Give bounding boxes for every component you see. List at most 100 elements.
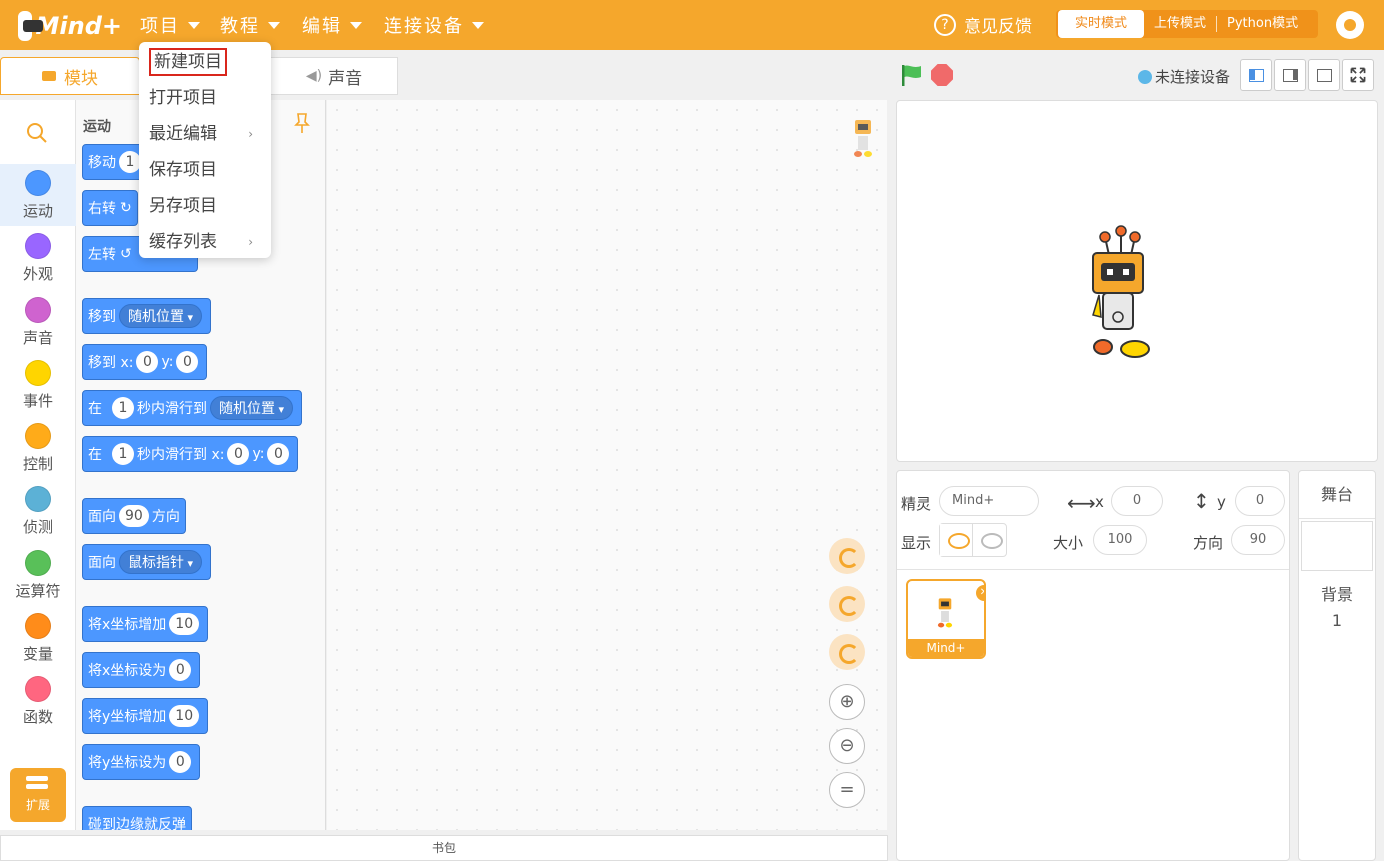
direction-input[interactable]: 90 xyxy=(1231,525,1285,555)
menu-edit[interactable]: 编辑 xyxy=(302,12,362,38)
layout-normal-stage-button[interactable] xyxy=(1274,59,1306,91)
block-text: 左转 xyxy=(88,247,116,263)
category-label: 函数 xyxy=(22,708,53,726)
block-dropdown[interactable]: 随机位置 xyxy=(119,304,203,328)
zoom-out-icon[interactable]: ⊖ xyxy=(829,728,865,764)
size-input[interactable]: 100 xyxy=(1093,525,1147,555)
caret-down-icon xyxy=(350,21,362,29)
category-sound[interactable]: 声音 xyxy=(0,291,76,353)
layout-hide-stage-button[interactable] xyxy=(1308,59,1340,91)
block-input[interactable]: 0 xyxy=(227,443,250,465)
show-label: 显示 xyxy=(901,534,932,552)
menu-item-recent[interactable]: 最近编辑 › xyxy=(139,116,271,152)
block-turn-right[interactable]: 右转 ↻ xyxy=(82,190,138,226)
undo-button[interactable] xyxy=(829,538,865,574)
block-text: 移动 xyxy=(88,155,116,171)
fullscreen-button[interactable] xyxy=(1342,59,1374,91)
menu-tutorial[interactable]: 教程 xyxy=(220,12,280,38)
category-label: 事件 xyxy=(22,392,53,410)
block-change-x[interactable]: 将x坐标增加 10 xyxy=(82,606,209,642)
stage-canvas[interactable] xyxy=(896,100,1378,462)
category-events[interactable]: 事件 xyxy=(0,354,76,416)
stage-selector-panel[interactable]: 舞台 背景 1 xyxy=(1298,470,1376,861)
x-input[interactable]: 0 xyxy=(1111,486,1163,516)
sprite-name-input[interactable]: Mind+ xyxy=(939,486,1039,516)
redo-button[interactable] xyxy=(829,586,865,622)
category-sensing[interactable]: 侦测 xyxy=(0,480,76,542)
sprite-card[interactable]: ✕ Mind+ xyxy=(906,579,986,659)
logo-text: Mind+ xyxy=(35,12,122,40)
category-looks[interactable]: 外观 xyxy=(0,227,76,289)
extensions-button[interactable]: 扩展 xyxy=(10,768,66,822)
category-control[interactable]: 控制 xyxy=(0,417,76,479)
script-workspace[interactable]: ⊕ ⊖ = xyxy=(327,100,887,830)
block-input[interactable]: 0 xyxy=(169,751,192,773)
category-functions[interactable]: 函数 xyxy=(0,670,76,732)
block-goto-xy[interactable]: 移到 x: 0 y: 0 xyxy=(82,344,208,380)
mode-upload[interactable]: 上传模式 xyxy=(1144,10,1216,38)
zoom-reset-icon[interactable]: = xyxy=(829,772,865,808)
eye-open-icon[interactable] xyxy=(940,524,974,556)
feedback-button[interactable]: ? 意见反馈 xyxy=(934,12,1032,37)
rotate-right-icon: ↻ xyxy=(120,200,132,216)
menu-project[interactable]: 项目 xyxy=(140,12,200,38)
mode-realtime[interactable]: 实时模式 xyxy=(1058,10,1144,38)
mindplus-logo[interactable]: Mind+ xyxy=(18,8,122,44)
block-input[interactable]: 1 xyxy=(112,397,134,419)
block-input[interactable]: 10 xyxy=(169,705,200,727)
block-input[interactable]: 0 xyxy=(176,351,199,373)
mode-python[interactable]: Python模式 xyxy=(1217,10,1308,38)
caret-down-icon xyxy=(472,21,484,29)
menu-item-cache-list[interactable]: 缓存列表 › xyxy=(139,224,271,260)
block-input[interactable]: 90 xyxy=(119,505,149,527)
zoom-in-icon[interactable]: ⊕ xyxy=(829,684,865,720)
category-sidebar: 运动 外观 声音 事件 控制 侦测 运算符 变量 函数 扩展 xyxy=(0,100,76,830)
block-text: 在 xyxy=(88,447,102,463)
block-set-x[interactable]: 将x坐标设为 0 xyxy=(82,652,201,688)
category-dot xyxy=(25,676,51,702)
block-change-y[interactable]: 将y坐标增加 10 xyxy=(82,698,209,734)
chevron-right-icon: › xyxy=(248,127,253,141)
tab-sound[interactable]: ◀) 声音 xyxy=(270,57,398,95)
block-input[interactable]: 1 xyxy=(119,151,141,173)
backpack-bar[interactable]: 书包 xyxy=(0,835,888,861)
tab-blocks-label: 模块 xyxy=(64,68,98,89)
y-input[interactable]: 0 xyxy=(1235,486,1285,516)
block-set-y[interactable]: 将y坐标设为 0 xyxy=(82,744,201,780)
delete-sprite-icon[interactable]: ✕ xyxy=(976,585,984,601)
block-glide-to[interactable]: 在 1 秒内滑行到 随机位置 xyxy=(82,390,303,426)
block-point-towards[interactable]: 面向 鼠标指针 xyxy=(82,544,212,580)
menu-item-save-project[interactable]: 保存项目 xyxy=(139,152,271,188)
block-input[interactable]: 1 xyxy=(112,443,134,465)
menu-item-open-project[interactable]: 打开项目 xyxy=(139,80,271,116)
menu-item-new-project[interactable]: 新建项目 xyxy=(139,44,271,80)
block-bounce[interactable]: 碰到边缘就反弹 xyxy=(82,806,192,830)
settings-gear-icon[interactable] xyxy=(1336,11,1364,39)
block-input[interactable]: 0 xyxy=(136,351,159,373)
block-glide-to-xy[interactable]: 在 1 秒内滑行到 x: 0 y: 0 xyxy=(82,436,299,472)
block-dropdown[interactable]: 随机位置 xyxy=(210,396,294,420)
pin-icon[interactable] xyxy=(294,112,310,134)
menu-connect-device[interactable]: 连接设备 xyxy=(384,12,484,38)
block-dropdown[interactable]: 鼠标指针 xyxy=(119,550,203,574)
category-dot xyxy=(25,170,51,196)
layout-small-stage-button[interactable] xyxy=(1240,59,1272,91)
stop-icon[interactable] xyxy=(931,64,953,86)
eye-closed-icon[interactable] xyxy=(973,524,1006,556)
block-goto[interactable]: 移到 随机位置 xyxy=(82,298,212,334)
menu-item-save-as[interactable]: 另存项目 xyxy=(139,188,271,224)
category-motion[interactable]: 运动 xyxy=(0,164,76,226)
block-input[interactable]: 10 xyxy=(169,613,200,635)
search-icon[interactable] xyxy=(26,122,48,144)
menu-item-label: 缓存列表 xyxy=(149,232,217,252)
mindplus-robot-sprite[interactable] xyxy=(1085,225,1157,361)
speaker-icon: ◀) xyxy=(305,68,323,84)
block-point-direction[interactable]: 面向 90 方向 xyxy=(82,498,186,534)
block-input[interactable]: 0 xyxy=(169,659,192,681)
category-operators[interactable]: 运算符 xyxy=(0,544,76,606)
green-flag-icon[interactable] xyxy=(900,64,922,86)
block-input[interactable]: 0 xyxy=(267,443,290,465)
category-variables[interactable]: 变量 xyxy=(0,607,76,669)
tab-blocks[interactable]: 模块 xyxy=(0,57,140,95)
crop-button[interactable] xyxy=(829,634,865,670)
